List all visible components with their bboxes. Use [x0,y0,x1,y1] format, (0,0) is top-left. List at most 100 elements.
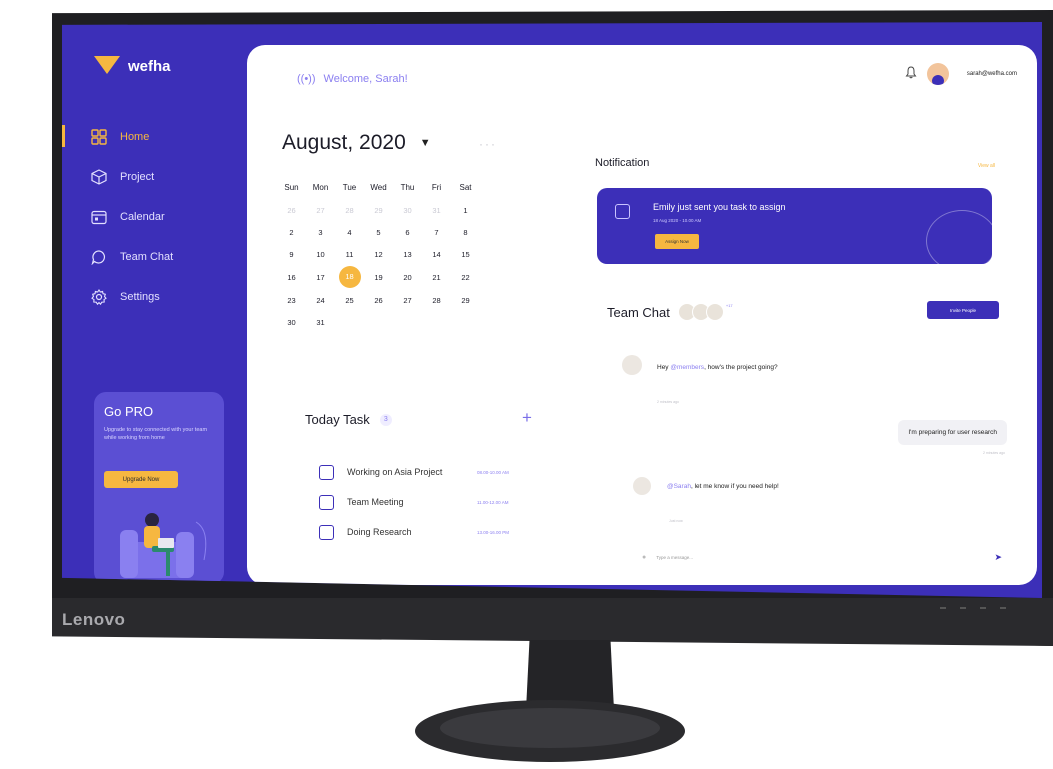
calendar-day[interactable]: 11 [335,243,364,265]
bell-icon[interactable] [905,66,917,82]
welcome-text: Welcome, Sarah! [323,73,408,85]
calendar-day[interactable]: 1 [451,199,480,221]
calendar-day[interactable]: 20 [393,265,422,289]
microphone-icon[interactable]: ● [642,554,646,561]
calendar-day[interactable]: 28 [422,289,451,311]
calendar-day[interactable]: 4 [335,221,364,243]
message-time: Just now [669,519,683,523]
calendar-day[interactable]: 7 [422,221,451,243]
calendar-icon [90,208,108,226]
sidebar-item-team-chat[interactable]: Team Chat [82,237,242,277]
sidebar-item-settings[interactable]: Settings [82,277,242,317]
calendar-day[interactable]: 25 [335,289,364,311]
task-checkbox[interactable] [319,494,334,510]
broadcast-icon: ((•)) [297,73,316,85]
calendar-day[interactable]: 14 [422,243,451,265]
calendar-day[interactable]: 16 [277,265,306,289]
message-input[interactable]: Type a message... [656,555,994,560]
task-checkbox[interactable] [319,464,334,480]
calendar-day[interactable]: 29 [364,199,393,221]
calendar-day[interactable]: 29 [451,289,480,311]
calendar-day [393,311,422,333]
calendar-day[interactable]: 26 [364,289,393,311]
calendar-day[interactable]: 18 [335,265,364,289]
calendar-day[interactable]: 23 [277,289,306,311]
monitor-scene: Lenovo wefha Home Project Calendar Team … [0,0,1053,769]
weekday-label: Mon [312,182,329,192]
cube-icon [90,168,108,186]
app-screen: wefha Home Project Calendar Team Chat Se… [62,22,1042,598]
calendar-day[interactable]: 22 [451,265,480,289]
calendar-day [451,311,480,333]
calendar-day[interactable]: 3 [306,221,335,243]
app-name: wefha [128,57,171,75]
task-name: Working on Asia Project [347,467,443,477]
task-name: Doing Research [347,527,412,537]
main-panel: ((•)) Welcome, Sarah! sarah@wefha.com Au… [247,45,1037,585]
mention-link[interactable]: @Sarah [667,483,691,490]
calendar-day[interactable]: 31 [306,311,335,333]
task-time: 11.00-12.00 AM [477,499,509,505]
calendar-day[interactable]: 12 [364,243,393,265]
team-chat-title: Team Chat [607,304,670,320]
view-all-link[interactable]: View all [978,163,995,169]
sidebar-item-label: Project [120,171,155,183]
message-text: Hey [657,364,671,371]
app-logo[interactable]: wefha [94,56,171,76]
calendar-day[interactable]: 13 [393,243,422,265]
sidebar-item-home[interactable]: Home [62,117,242,157]
caret-down-icon: ▼ [419,137,431,149]
message-text: , how's the project going? [704,364,778,371]
calendar-day[interactable]: 24 [306,289,335,311]
calendar-day[interactable]: 8 [451,221,480,243]
calendar-day[interactable]: 5 [364,221,393,243]
calendar-day[interactable]: 26 [277,199,306,221]
calendar-day [335,311,364,333]
calendar-day[interactable]: 17 [306,265,335,289]
calendar-day[interactable]: 30 [277,311,306,333]
calendar-day[interactable]: 2 [277,221,306,243]
upgrade-now-button[interactable]: Upgrade Now [104,471,178,488]
working-from-home-illustration [120,513,207,578]
mention-link[interactable]: @members [670,364,704,371]
add-task-button[interactable]: + [522,408,532,428]
notification-date: 18 Aug 2020 - 10.00 AM [653,218,702,223]
message-time: 2 minutes ago [657,400,679,404]
calendar-day[interactable]: 15 [451,243,480,265]
member-avatars[interactable]: +17 [677,303,733,321]
calendar-day [364,311,393,333]
calendar-day[interactable]: 9 [277,243,306,265]
calendar-day[interactable]: 6 [393,221,422,243]
selected-day[interactable]: 18 [338,266,361,288]
notification-title: Notification [595,157,650,169]
assign-now-button[interactable]: Assign Now [655,234,699,249]
go-pro-title: Go PRO [104,404,154,419]
calendar-day[interactable]: 19 [364,265,393,289]
sidebar-item-label: Settings [120,291,160,303]
calendar-month-selector[interactable]: August, 2020 ▼ [282,131,431,155]
calendar-day[interactable]: 30 [393,199,422,221]
task-checkbox[interactable] [319,524,334,540]
calendar-day[interactable]: 21 [422,265,451,289]
calendar-day[interactable]: 28 [335,199,364,221]
weekday-label: Sat [459,182,472,192]
avatar [622,355,642,375]
task-item: Doing Research 13.00-16.00 PM [319,517,559,547]
sidebar-nav: Home Project Calendar Team Chat Settings [62,117,242,317]
sidebar-item-calendar[interactable]: Calendar [82,197,242,237]
calendar-day[interactable]: 27 [393,289,422,311]
team-chat-header: Team Chat +17 [607,303,733,321]
send-icon[interactable]: ➤ [994,552,1002,563]
task-count-badge: 3 [379,413,392,426]
more-members-count: +17 [725,303,733,308]
invite-people-button[interactable]: Invite People [927,301,999,319]
calendar-day[interactable]: 27 [306,199,335,221]
edit-icon [615,204,630,219]
chat-icon [90,248,108,266]
calendar-day[interactable]: 31 [422,199,451,221]
calendar-day[interactable]: 10 [306,243,335,265]
more-options-icon[interactable]: ··· [479,137,497,151]
monitor-brand: Lenovo [62,610,126,629]
sidebar-item-project[interactable]: Project [82,157,242,197]
user-avatar[interactable] [926,63,949,85]
